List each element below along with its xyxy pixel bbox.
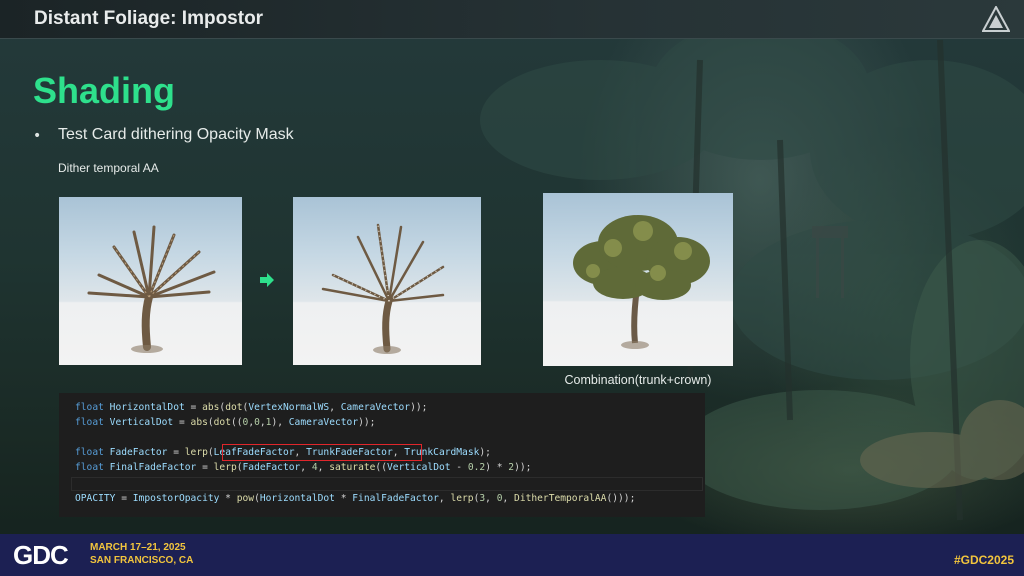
code-line-1: float HorizontalDot = abs(dot(VertexNorm… [75, 402, 428, 413]
gdc-hashtag: #GDC2025 [953, 553, 1014, 567]
code-line-4: float FinalFadeFactor = lerp(FadeFactor,… [75, 462, 532, 473]
bullet-dot-icon: • [33, 128, 42, 144]
arrow-right-icon [260, 273, 274, 287]
highlight-box [222, 444, 422, 461]
trunk-card-image-1 [59, 197, 242, 365]
combination-image [543, 193, 733, 366]
trunk-card-image-2 [293, 197, 481, 365]
header-title: Distant Foliage: Impostor [34, 8, 264, 29]
combination-caption: Combination(trunk+crown) [564, 373, 712, 387]
code-line-5: OPACITY = ImpostorOpacity * pow(Horizont… [75, 493, 636, 504]
code-line-2: float VerticalDot = abs(dot((0,0,1), Cam… [75, 417, 376, 428]
triangle-logo-icon [982, 6, 1010, 32]
gdc-date: MARCH 17–21, 2025 [90, 542, 186, 553]
current-line-highlight [71, 477, 703, 491]
slide-title: Shading [33, 70, 175, 111]
gdc-logo: GDC [13, 540, 69, 570]
gdc-place: SAN FRANCISCO, CA [90, 555, 194, 566]
bullet-text: Test Card dithering Opacity Mask [58, 126, 294, 143]
sub-label: Dither temporal AA [58, 161, 159, 175]
slide-header: Distant Foliage: Impostor [0, 0, 1024, 39]
code-block: float HorizontalDot = abs(dot(VertexNorm… [59, 393, 705, 517]
